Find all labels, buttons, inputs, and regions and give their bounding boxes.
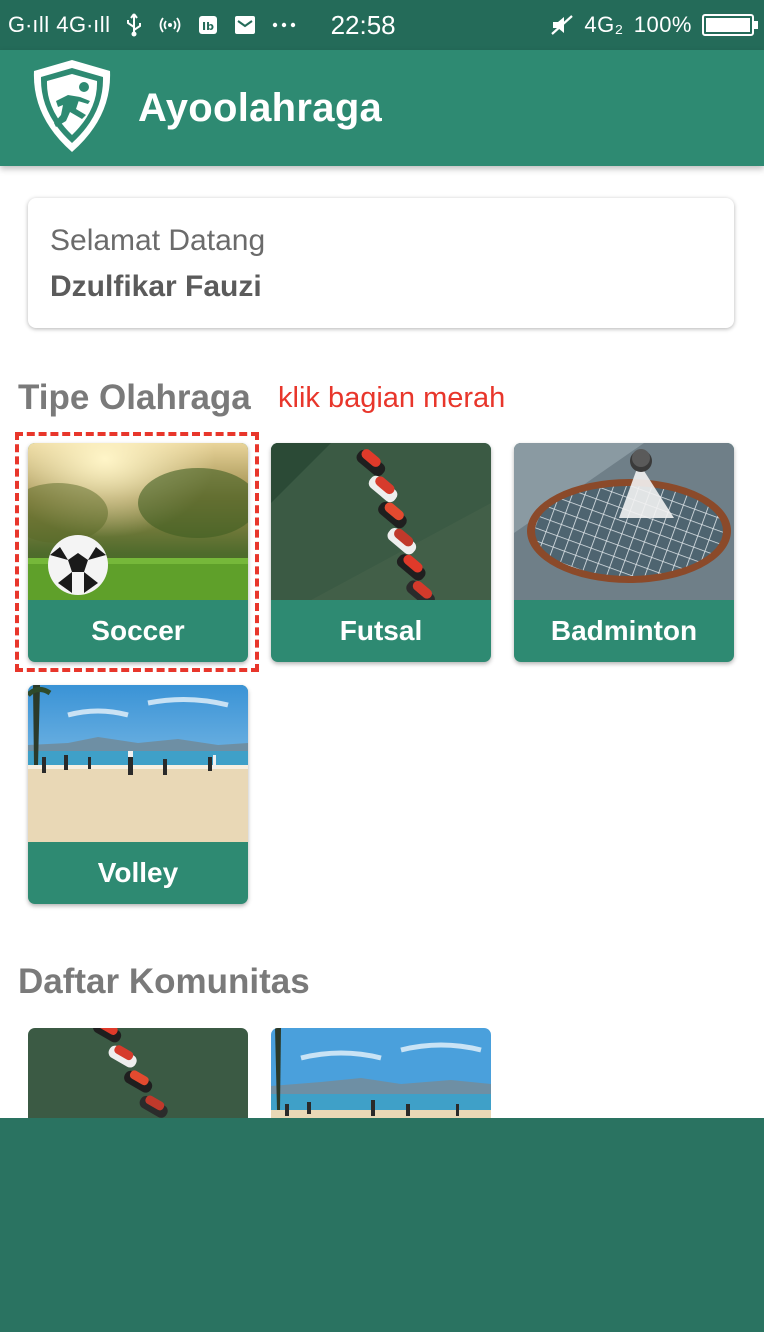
instruction-hint: klik bagian merah bbox=[278, 382, 506, 414]
runner-shield-icon bbox=[28, 57, 116, 160]
sport-card-volley[interactable]: Volley bbox=[28, 685, 248, 904]
mail-icon bbox=[233, 13, 257, 37]
svg-text:Ib: Ib bbox=[202, 20, 214, 33]
badminton-image bbox=[514, 443, 734, 600]
app-screen: G∙ıll 4G∙ıll Ib 22:58 4G₂ 100% Ayoolahra… bbox=[0, 0, 764, 1332]
battery-percent: 100% bbox=[633, 12, 692, 37]
sport-card-futsal[interactable]: Futsal bbox=[271, 443, 491, 662]
battery-fill bbox=[706, 18, 750, 32]
mute-icon bbox=[550, 13, 574, 37]
usb-icon bbox=[125, 13, 143, 37]
bottom-panel bbox=[0, 1118, 764, 1332]
hotspot-icon bbox=[157, 13, 183, 37]
sport-card-label: Volley bbox=[97, 857, 179, 888]
sport-card-badminton[interactable]: Badminton bbox=[514, 443, 734, 662]
clock: 22:58 bbox=[330, 9, 396, 40]
signal-indicator: G∙ıll 4G∙ıll bbox=[8, 12, 111, 37]
welcome-greeting: Selamat Datang bbox=[50, 224, 266, 257]
sport-card-label: Badminton bbox=[550, 615, 698, 646]
volley-image bbox=[28, 685, 248, 842]
community-section-title: Daftar Komunitas bbox=[18, 962, 310, 1001]
network-type: 4G₂ bbox=[584, 12, 624, 37]
user-name: Dzulfikar Fauzi bbox=[50, 270, 262, 303]
futsal-image bbox=[271, 443, 491, 600]
sport-card-label: Futsal bbox=[339, 615, 423, 646]
status-left: G∙ıll 4G∙ıll Ib 22:58 bbox=[8, 10, 396, 41]
status-right: 4G₂ 100% bbox=[550, 12, 758, 38]
sports-section-title: Tipe Olahraga bbox=[18, 378, 251, 417]
battery-icon bbox=[702, 14, 758, 36]
status-bar: G∙ıll 4G∙ıll Ib 22:58 4G₂ 100% bbox=[0, 0, 764, 50]
sport-card-label: Soccer bbox=[91, 615, 185, 646]
app-bar: Ayoolahraga bbox=[0, 50, 764, 166]
sport-card-soccer[interactable]: Soccer bbox=[28, 443, 248, 662]
more-dots-icon bbox=[271, 13, 297, 37]
welcome-card: Selamat Datang Dzulfikar Fauzi bbox=[28, 198, 734, 328]
app-title: Ayoolahraga bbox=[138, 85, 383, 130]
soccer-image bbox=[28, 443, 248, 600]
sim-icon: Ib bbox=[197, 13, 219, 37]
